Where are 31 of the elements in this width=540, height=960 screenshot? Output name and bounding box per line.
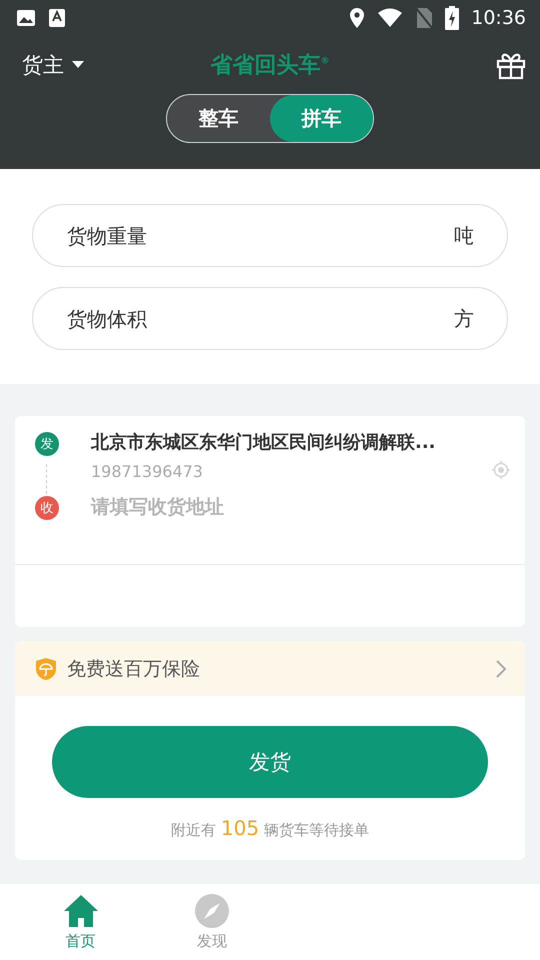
unit-label: 吨 xyxy=(454,222,474,249)
mode-tab[interactable]: 整车 xyxy=(167,95,270,142)
location-icon xyxy=(349,7,366,29)
nearby-prefix: 附近有 xyxy=(170,821,216,840)
battery-icon xyxy=(445,6,460,30)
route-badge: 收 xyxy=(35,496,59,520)
no-sim-icon xyxy=(415,7,434,29)
nav-tab[interactable]: 发现 xyxy=(146,884,278,960)
shield-umbrella-icon xyxy=(35,656,57,680)
app-logo: 省省回头车$^{®}$ xyxy=(210,52,330,80)
compass-icon xyxy=(194,894,229,928)
nearby-suffix: 辆货车等待接单 xyxy=(264,821,370,840)
role-dropdown[interactable]: 货主 xyxy=(22,51,84,79)
unit-label: 方 xyxy=(454,305,474,332)
caret-icon xyxy=(72,61,84,69)
chevron-right-icon xyxy=(495,658,507,678)
insurance-banner[interactable]: 免费送百万保险 xyxy=(15,641,525,696)
mode-tab[interactable]: 拼车 xyxy=(270,95,373,142)
image-icon xyxy=(16,8,36,28)
route-badge: 发 xyxy=(35,432,59,456)
nav-tab[interactable]: 首页 xyxy=(15,884,146,960)
wifi-icon xyxy=(377,8,404,28)
sender-address[interactable]: 北京市东城区东华门地区民间纠纷调解联... xyxy=(91,430,483,454)
receiver-address-placeholder[interactable]: 请填写收货地址 xyxy=(91,494,525,520)
clock: 10:36 xyxy=(471,7,526,29)
ship-button[interactable]: 发货 xyxy=(52,726,488,798)
truck-count: 105 xyxy=(220,816,260,840)
sender-phone: 19871396473 xyxy=(91,462,204,481)
home-icon xyxy=(62,894,99,928)
font-icon xyxy=(48,8,66,28)
insurance-label: 免费送百万保险 xyxy=(67,656,201,682)
